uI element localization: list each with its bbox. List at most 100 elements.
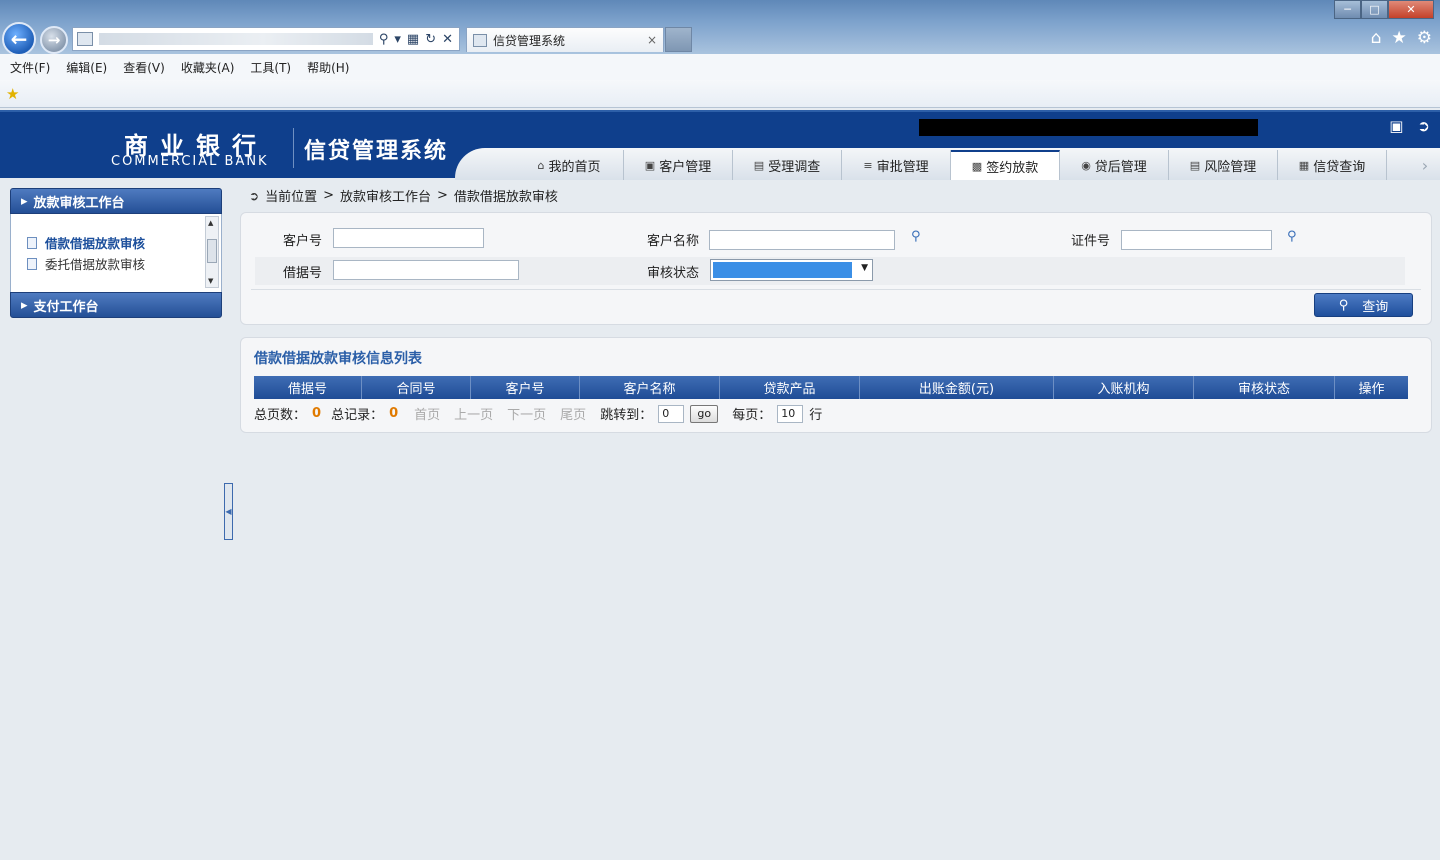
per-page-input[interactable]: 10: [777, 404, 804, 423]
id-no-search-icon[interactable]: ⚲: [1287, 229, 1297, 244]
first-page-link[interactable]: 首页: [414, 404, 440, 423]
status-select[interactable]: ▼: [710, 259, 873, 281]
refresh-icon[interactable]: ↻: [425, 32, 436, 47]
compat-icon[interactable]: ▦: [407, 32, 419, 47]
customer-name-label: 客户名称: [647, 234, 700, 249]
sidebar-item-loan-receipt-review[interactable]: 借款借据放款审核: [11, 232, 221, 253]
sidebar-group-payment[interactable]: ▸ 支付工作台: [10, 292, 222, 318]
location-icon: ➲: [249, 188, 260, 203]
customer-name-input[interactable]: [709, 230, 895, 250]
risk-icon: ▤: [1189, 158, 1201, 172]
query-icon: ▦: [1298, 158, 1310, 172]
search-icon[interactable]: ⚲: [379, 32, 389, 47]
menu-tools[interactable]: 工具(T): [250, 59, 291, 76]
monitor-icon[interactable]: ▣: [1389, 117, 1403, 135]
menu-edit[interactable]: 编辑(E): [66, 59, 107, 76]
jump-label: 跳转到：: [600, 408, 653, 423]
last-page-link[interactable]: 尾页: [560, 404, 586, 423]
prev-page-link[interactable]: 上一页: [454, 404, 493, 423]
nav-contract-loan[interactable]: ▩ 签约放款: [951, 150, 1060, 180]
caret-right-icon: ▸: [21, 193, 28, 209]
maximize-button[interactable]: □: [1361, 0, 1388, 19]
column-header[interactable]: 操作: [1335, 376, 1408, 399]
new-tab-button[interactable]: [665, 27, 692, 52]
total-records-label: 总记录：: [331, 408, 384, 423]
breadcrumb-level1[interactable]: 放款审核工作台: [340, 186, 431, 205]
logout-icon[interactable]: ➲: [1417, 117, 1430, 135]
menu-favorites[interactable]: 收藏夹(A): [181, 59, 235, 76]
menu-bar: 文件(F) 编辑(E) 查看(V) 收藏夹(A) 工具(T) 帮助(H): [0, 54, 1440, 80]
nav-approval[interactable]: ≡ 审批管理: [842, 150, 951, 180]
list-icon: ≡: [863, 158, 873, 172]
menu-file[interactable]: 文件(F): [10, 59, 50, 76]
close-window-button[interactable]: ✕: [1388, 0, 1434, 19]
customer-name-search-icon[interactable]: ⚲: [911, 229, 921, 244]
favorites-icon[interactable]: ★: [1392, 28, 1407, 48]
nav-scroll-right-icon[interactable]: ›: [1410, 150, 1440, 180]
sidebar-collapse-handle[interactable]: ◀: [224, 483, 233, 540]
system-title: 信贷管理系统: [304, 139, 449, 164]
nav-risk[interactable]: ▤ 风险管理: [1169, 150, 1278, 180]
id-no-input[interactable]: [1121, 230, 1272, 250]
home-icon: ⌂: [537, 158, 545, 172]
table-header: 借据号 合同号 客户号 客户名称 贷款产品 出账金额(元) 入账机构 审核状态 …: [254, 376, 1408, 399]
sidebar-scrollbar[interactable]: ▲ ▼: [205, 216, 219, 288]
column-header[interactable]: 贷款产品: [720, 376, 860, 399]
customer-no-label: 客户号: [283, 234, 323, 249]
scroll-thumb[interactable]: [207, 239, 217, 263]
forward-button[interactable]: →: [40, 26, 68, 54]
gear-icon[interactable]: ⚙: [1417, 28, 1432, 48]
address-bar[interactable]: ⚲ ▾ ▦ ↻ ✕: [72, 27, 460, 51]
scroll-up-icon[interactable]: ▲: [208, 219, 213, 227]
minimize-button[interactable]: ─: [1334, 0, 1361, 19]
customer-icon: ▣: [644, 158, 656, 172]
close-tab-icon[interactable]: ×: [647, 33, 663, 47]
dropdown-icon[interactable]: ▾: [394, 32, 401, 47]
redacted-user-info: [919, 119, 1258, 136]
column-header[interactable]: 审核状态: [1194, 376, 1335, 399]
rows-unit: 行: [809, 408, 823, 423]
nav-home[interactable]: ⌂ 我的首页: [515, 150, 624, 180]
menu-help[interactable]: 帮助(H): [307, 59, 349, 76]
column-header[interactable]: 借据号: [254, 376, 362, 399]
search-panel: 客户号 客户名称 ⚲ 证件号 ⚲ 借据号 审核状态 ▼ ⚲ 查询: [240, 212, 1432, 325]
app-header: 商业银行 COMMERCIAL BANK 信贷管理系统 ▣ ➲ ⌂ 我的首页 ▣ 客…: [0, 110, 1440, 180]
jump-page-input[interactable]: 0: [658, 404, 685, 423]
contract-icon: ▩: [971, 159, 983, 173]
url-text: [99, 33, 373, 45]
total-pages-value: 0: [312, 406, 322, 421]
survey-icon: ▤: [753, 158, 765, 172]
browser-tab[interactable]: 信贷管理系统 ×: [466, 27, 664, 52]
receipt-no-input[interactable]: [333, 260, 519, 280]
nav-survey[interactable]: ▤ 受理调查: [733, 150, 842, 180]
scroll-down-icon[interactable]: ▼: [208, 277, 213, 285]
home-icon[interactable]: ⌂: [1371, 28, 1382, 48]
nav-query[interactable]: ▦ 信贷查询: [1278, 150, 1387, 180]
column-header[interactable]: 合同号: [362, 376, 471, 399]
next-page-link[interactable]: 下一页: [507, 404, 546, 423]
caret-right-icon: ▸: [21, 297, 28, 313]
tab-page-icon: [473, 33, 487, 47]
list-panel: 借款借据放款审核信息列表 借据号 合同号 客户号 客户名称 贷款产品 出账金额(…: [240, 337, 1432, 433]
document-icon: [27, 236, 37, 249]
sidebar-group-loan-review[interactable]: ▸ 放款审核工作台: [10, 188, 222, 214]
nav-post-loan[interactable]: ◉ 贷后管理: [1060, 150, 1169, 180]
column-header[interactable]: 客户号: [471, 376, 580, 399]
menu-view[interactable]: 查看(V): [123, 59, 165, 76]
list-title: 借款借据放款审核信息列表: [254, 351, 422, 367]
id-no-label: 证件号: [1071, 234, 1111, 249]
favorites-bar: ★: [0, 80, 1440, 108]
customer-no-input[interactable]: [333, 228, 484, 248]
column-header[interactable]: 出账金额(元): [860, 376, 1054, 399]
add-favorite-icon[interactable]: ★: [6, 85, 19, 103]
go-button[interactable]: go: [690, 404, 719, 423]
back-button[interactable]: ←: [2, 22, 36, 56]
nav-customer[interactable]: ▣ 客户管理: [624, 150, 733, 180]
column-header[interactable]: 入账机构: [1054, 376, 1194, 399]
stop-icon[interactable]: ✕: [442, 32, 453, 47]
query-button[interactable]: ⚲ 查询: [1314, 293, 1413, 317]
breadcrumb: ➲ 当前位置 > 放款审核工作台 > 借款借据放款审核: [249, 186, 558, 205]
sidebar-item-entrusted-receipt-review[interactable]: 委托借据放款审核: [11, 253, 221, 274]
column-header[interactable]: 客户名称: [580, 376, 720, 399]
post-loan-icon: ◉: [1081, 158, 1091, 172]
